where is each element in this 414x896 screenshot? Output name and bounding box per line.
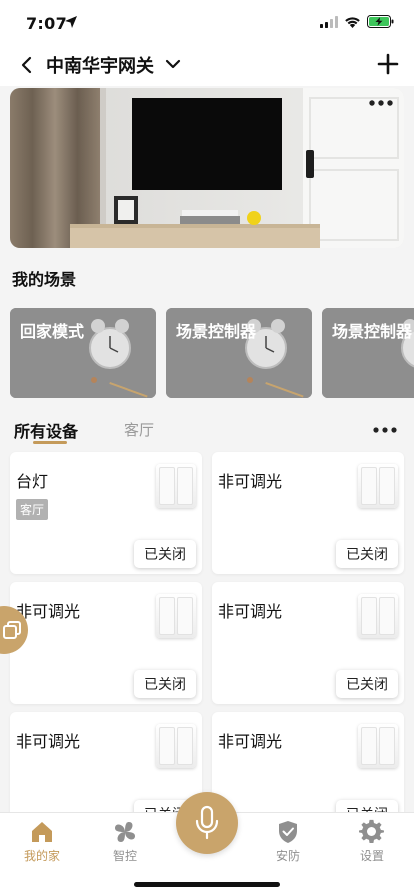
device-grid: 台灯 客厅 已关闭 非可调光 已关闭 非可调光 已关闭 非可调光 已关闭 非可调… xyxy=(0,450,414,812)
gear-icon xyxy=(359,819,384,843)
scene-card[interactable]: 回家模式 xyxy=(10,308,156,398)
wall-switch-icon xyxy=(156,464,196,508)
tab-all-devices[interactable]: 所有设备 xyxy=(14,418,78,442)
status-time: 7:07 xyxy=(26,14,67,33)
living-room-illustration xyxy=(10,88,404,248)
device-state-button[interactable]: 已关闭 xyxy=(336,670,398,698)
device-card[interactable]: 非可调光 已关闭 xyxy=(10,712,202,812)
scene-card[interactable]: 场景控制器 xyxy=(322,308,414,398)
nav-label: 智控 xyxy=(112,849,137,863)
copy-window-icon xyxy=(3,621,21,639)
device-card[interactable]: 台灯 客厅 已关闭 xyxy=(10,452,202,574)
device-state-button[interactable]: 已关闭 xyxy=(336,800,398,812)
home-icon xyxy=(32,822,52,842)
device-state-button[interactable]: 已关闭 xyxy=(134,540,196,568)
home-indicator xyxy=(134,882,280,887)
tab-active-indicator xyxy=(33,441,67,444)
cellular-signal-icon xyxy=(320,15,338,28)
device-state-button[interactable]: 已关闭 xyxy=(336,540,398,568)
device-card[interactable]: 非可调光 已关闭 xyxy=(10,582,202,704)
device-name: 非可调光 xyxy=(218,602,283,621)
nav-item-security[interactable]: 安防 xyxy=(258,819,318,864)
scene-label: 回家模式 xyxy=(20,322,85,341)
device-name: 非可调光 xyxy=(218,732,283,751)
wall-switch-icon xyxy=(156,724,196,768)
device-name: 非可调光 xyxy=(16,732,81,751)
scenes-title: 我的场景 xyxy=(12,270,77,289)
status-indicators xyxy=(320,15,394,28)
status-bar: 7:07 xyxy=(0,0,414,46)
wall-switch-icon xyxy=(358,724,398,768)
nav-item-settings[interactable]: 设置 xyxy=(342,819,402,864)
device-name: 非可调光 xyxy=(16,602,81,621)
header: 中南华宇网关 xyxy=(0,46,414,86)
chevron-down-icon[interactable] xyxy=(164,55,182,73)
device-name: 非可调光 xyxy=(218,472,283,491)
home-title[interactable]: 中南华宇网关 xyxy=(46,52,154,78)
more-icon[interactable] xyxy=(372,424,398,436)
nav-item-home[interactable]: 我的家 xyxy=(12,819,72,864)
clover-icon xyxy=(115,822,135,842)
location-arrow-icon xyxy=(65,16,77,28)
tab-living-room[interactable]: 客厅 xyxy=(124,419,154,440)
scene-label: 场景控制器 xyxy=(176,322,257,341)
back-icon[interactable] xyxy=(16,54,38,76)
nav-item-smart-control[interactable]: 智控 xyxy=(95,819,155,864)
device-card[interactable]: 非可调光 已关闭 xyxy=(212,582,404,704)
wall-switch-icon xyxy=(358,464,398,508)
home-banner-image xyxy=(10,88,404,248)
device-card[interactable]: 非可调光 已关闭 xyxy=(212,452,404,574)
device-state-button[interactable]: 已关闭 xyxy=(134,670,196,698)
nav-label: 设置 xyxy=(359,849,384,863)
scene-list: 回家模式 场景控制器 场景控制器 xyxy=(10,308,414,398)
device-tabs: 所有设备 客厅 xyxy=(0,410,414,446)
nav-label: 我的家 xyxy=(23,849,60,863)
scene-card[interactable]: 场景控制器 xyxy=(166,308,312,398)
wifi-icon xyxy=(345,16,360,28)
battery-charging-icon xyxy=(367,15,394,28)
microphone-icon xyxy=(195,805,219,840)
wall-switch-icon xyxy=(358,594,398,638)
nav-label: 安防 xyxy=(275,849,300,863)
voice-button[interactable] xyxy=(176,792,238,854)
device-room-badge: 客厅 xyxy=(16,499,49,520)
shield-icon xyxy=(279,821,297,843)
add-icon[interactable] xyxy=(376,52,400,76)
more-icon[interactable] xyxy=(368,96,394,110)
device-name: 台灯 xyxy=(16,472,49,491)
wall-switch-icon xyxy=(156,594,196,638)
device-card[interactable]: 非可调光 已关闭 xyxy=(212,712,404,812)
scene-label: 场景控制器 xyxy=(332,322,413,341)
